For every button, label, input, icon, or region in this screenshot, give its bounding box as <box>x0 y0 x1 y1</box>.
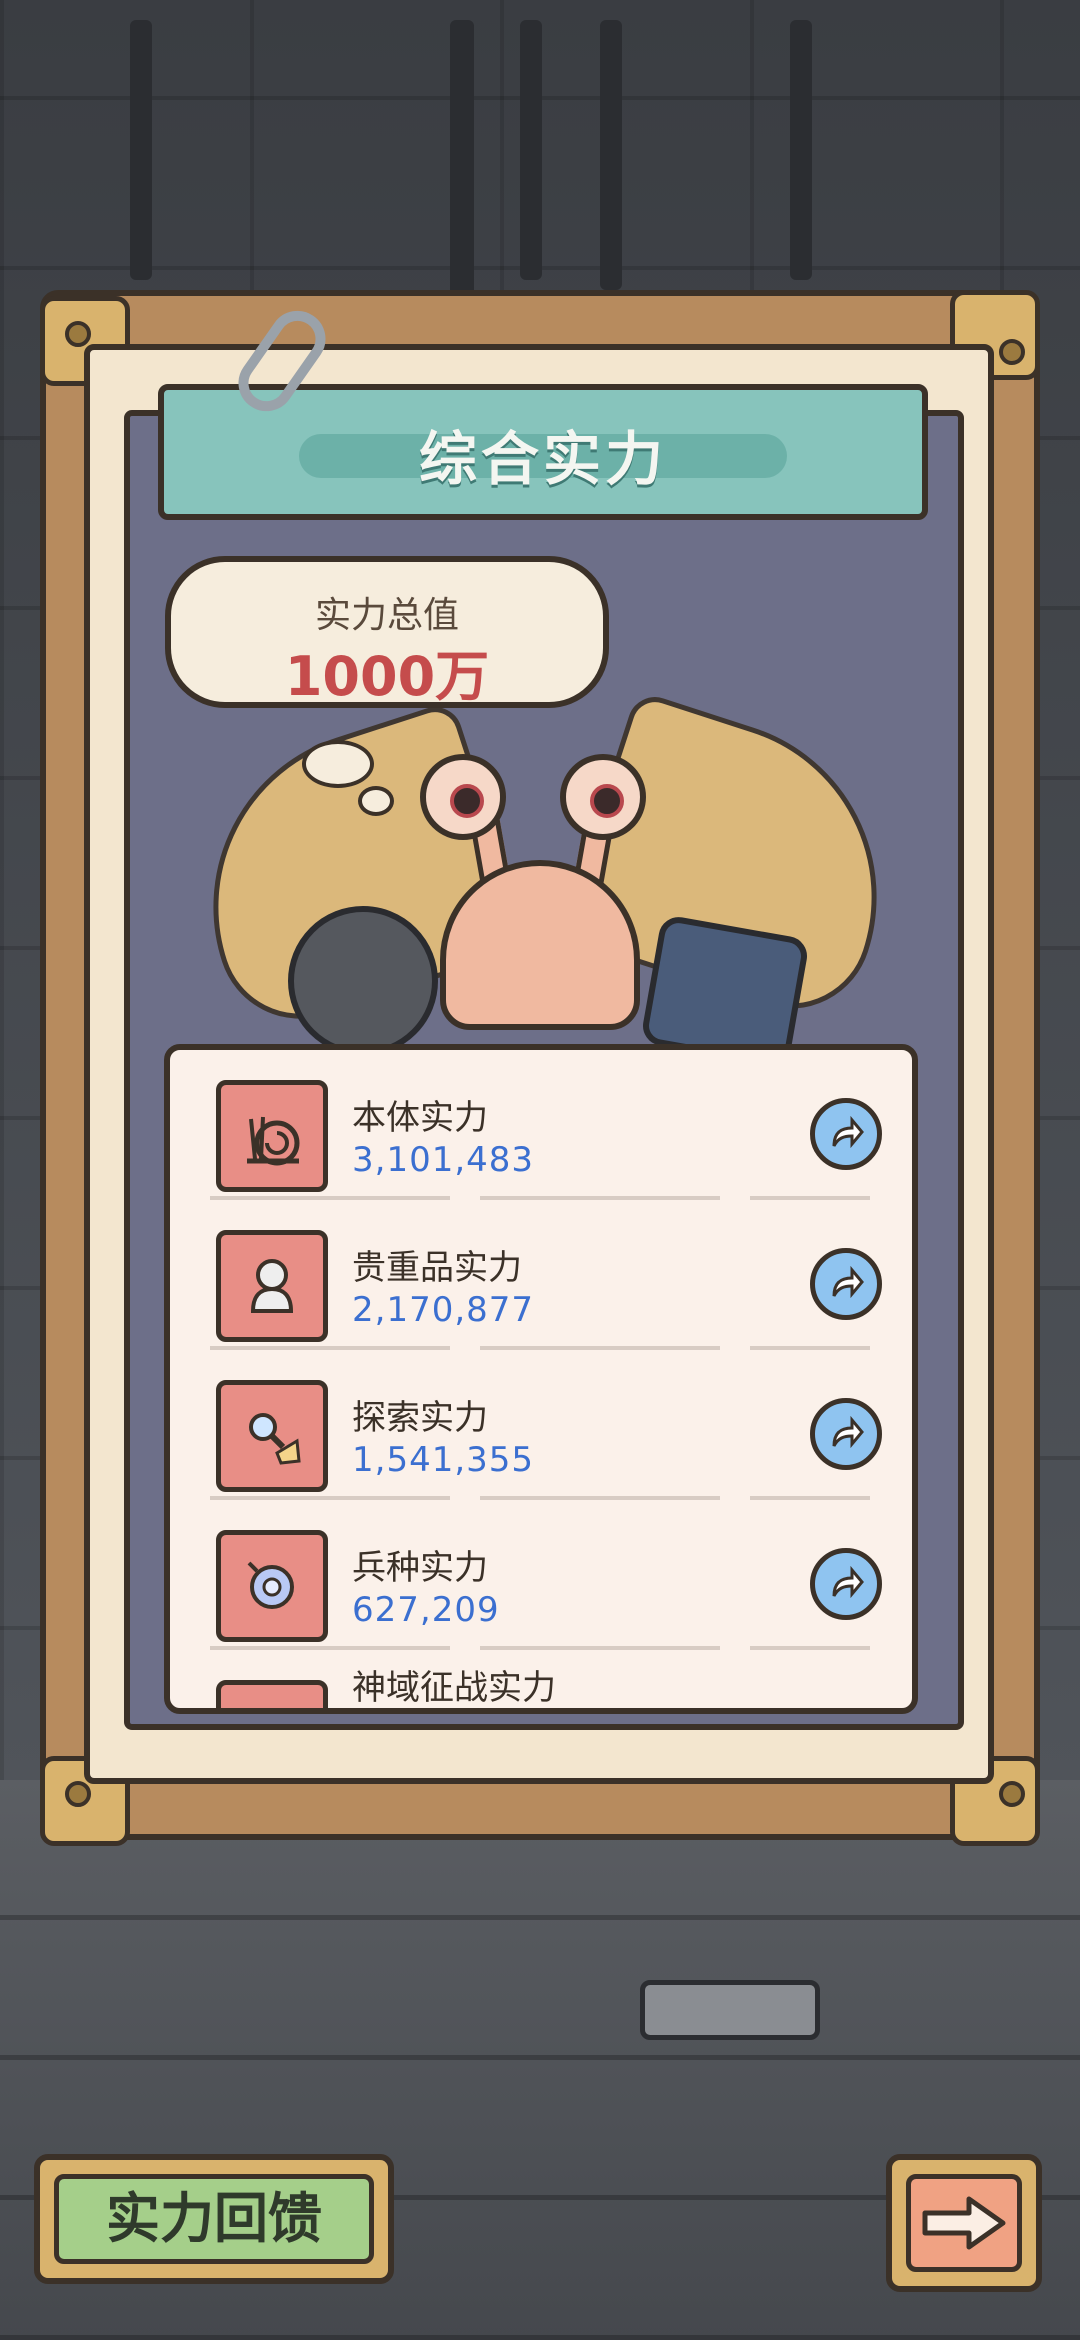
item-value: 3,101,483 <box>352 1140 535 1180</box>
item-value: 627,209 <box>352 1590 500 1630</box>
pacifier-icon <box>216 1530 328 1642</box>
snail-eye-right <box>560 754 646 840</box>
snail-icon <box>216 1080 328 1192</box>
share-arrow-icon <box>832 1265 864 1299</box>
spiked-mace <box>288 906 438 1056</box>
list-item: 兵种实力 627,209 <box>170 1500 912 1650</box>
item-label: 贵重品实力 <box>352 1248 522 1288</box>
total-power-label: 实力总值 <box>314 595 459 636</box>
share-button[interactable] <box>810 1098 882 1170</box>
partial-icon <box>216 1680 328 1708</box>
item-label: 兵种实力 <box>352 1548 488 1588</box>
share-button[interactable] <box>810 1248 882 1320</box>
power-feedback-label: 实力回馈 <box>54 2174 374 2264</box>
share-button[interactable] <box>810 1548 882 1620</box>
item-value: 1,541,355 <box>352 1440 535 1480</box>
list-item: 本体实力 3,101,483 <box>170 1050 912 1200</box>
total-power-bubble: 实力总值 1000万 <box>165 556 609 708</box>
cable <box>790 20 812 280</box>
cable <box>450 20 474 300</box>
power-list[interactable]: 本体实力 3,101,483 贵重品实力 2,170,877 探索实力 1,54… <box>164 1044 918 1714</box>
list-item: 神域征战实力 <box>170 1650 912 1708</box>
snail-eye-left <box>420 754 506 840</box>
cable <box>520 20 542 280</box>
item-label: 神域征战实力 <box>352 1668 556 1708</box>
share-arrow-icon <box>832 1115 864 1149</box>
item-label: 探索实力 <box>352 1398 488 1438</box>
thought-dot <box>302 740 374 788</box>
magnifier-broom-icon <box>216 1380 328 1492</box>
total-power-value: 1000万 <box>284 645 490 708</box>
cable <box>130 20 152 280</box>
cable <box>600 20 622 290</box>
next-button[interactable] <box>886 2154 1042 2292</box>
share-arrow-icon <box>832 1565 864 1599</box>
thought-dot <box>358 786 394 816</box>
list-item: 探索实力 1,541,355 <box>170 1350 912 1500</box>
panel-title: 综合实力 <box>418 425 667 493</box>
item-value: 2,170,877 <box>352 1290 535 1330</box>
item-label: 本体实力 <box>352 1098 488 1138</box>
power-feedback-button[interactable]: 实力回馈 <box>34 2154 394 2284</box>
power-strip <box>640 1980 820 2040</box>
arrow-right-icon <box>922 2196 1006 2250</box>
share-arrow-icon <box>832 1415 864 1449</box>
share-button[interactable] <box>810 1398 882 1470</box>
statue-bust-icon <box>216 1230 328 1342</box>
list-item: 贵重品实力 2,170,877 <box>170 1200 912 1350</box>
